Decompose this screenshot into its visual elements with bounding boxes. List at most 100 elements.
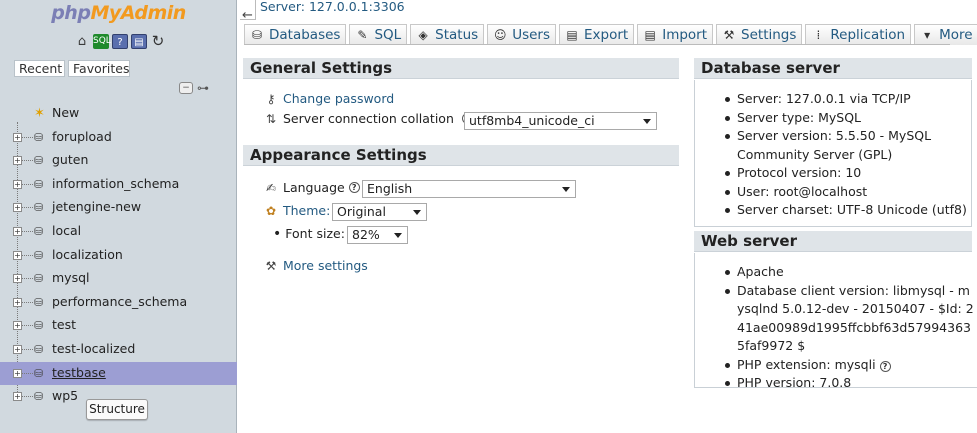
help-icon[interactable]: ? <box>879 360 891 372</box>
tree-item-label[interactable]: wp5 <box>52 388 78 403</box>
tree-branch <box>22 348 33 350</box>
database-icon[interactable]: ⛁ <box>34 390 48 403</box>
more-settings-link[interactable]: More settings <box>283 258 368 273</box>
tree-item-database[interactable]: + ⛁ localization <box>0 244 237 268</box>
expand-icon[interactable]: + <box>13 344 22 354</box>
tree-item-label[interactable]: test-localized <box>52 341 135 356</box>
tree-item-database[interactable]: + ⛁ guten <box>0 149 237 173</box>
font-size-select[interactable]: 82% <box>347 226 408 244</box>
tree-branch <box>22 325 33 327</box>
tree-item-label[interactable]: forupload <box>52 129 112 144</box>
logo-php-text: php <box>51 2 91 24</box>
expand-icon[interactable]: + <box>13 203 22 213</box>
tree-item-label[interactable]: jetengine-new <box>52 199 141 214</box>
phpmyadmin-logo[interactable]: phpMyAdmin <box>0 0 237 30</box>
tab-settings[interactable]: ⚒ Settings <box>716 24 803 45</box>
tree-item-database[interactable]: + ⛁ test-localized <box>0 338 237 362</box>
help-icon[interactable]: ? <box>348 182 360 193</box>
tree-item-database[interactable]: + ⛁ forupload <box>0 126 237 150</box>
new-database-icon: ✶ <box>34 106 45 121</box>
console-icon[interactable]: ▤ <box>131 34 147 49</box>
language-select[interactable]: English <box>362 180 576 198</box>
tree-branch <box>22 160 33 162</box>
database-icon[interactable]: ⛁ <box>34 272 48 285</box>
tab-databases[interactable]: ⛁ Databases <box>244 24 347 45</box>
database-icon[interactable]: ⛁ <box>34 201 48 214</box>
expand-icon[interactable]: + <box>13 274 22 284</box>
expand-icon[interactable]: + <box>13 321 22 331</box>
database-icon[interactable]: ⛁ <box>34 249 48 262</box>
panel-title: General Settings <box>243 58 679 79</box>
tree-item-label[interactable]: mysql <box>52 270 90 285</box>
sql-query-icon[interactable]: SQL <box>93 34 111 49</box>
expand-icon[interactable]: + <box>13 297 22 307</box>
tab-status[interactable]: ◈ Status <box>410 24 485 45</box>
tree-item-label[interactable]: localization <box>52 247 123 262</box>
tree-item-label[interactable]: guten <box>52 152 88 167</box>
reload-icon[interactable]: ↻ <box>150 34 166 49</box>
expand-icon[interactable]: + <box>13 179 22 189</box>
tree-item-label[interactable]: information_schema <box>52 176 179 191</box>
tree-item-label[interactable]: testbase <box>52 365 106 380</box>
expand-icon[interactable]: + <box>13 250 22 260</box>
chevron-down-icon <box>562 187 570 192</box>
change-password-link[interactable]: Change password <box>283 91 394 106</box>
tab-users[interactable]: ☺ Users <box>487 24 557 45</box>
collapse-all-icon[interactable]: − <box>179 82 193 94</box>
tree-item-label[interactable]: local <box>52 223 81 238</box>
php-extension-text: PHP extension: mysqli <box>737 356 876 372</box>
link-with-main-icon[interactable]: ⊶ <box>197 82 213 94</box>
expand-icon[interactable]: + <box>13 368 22 378</box>
tree-item-database[interactable]: + ⛁ test <box>0 314 237 338</box>
database-icon[interactable]: ⛁ <box>34 178 48 191</box>
tree-item-label[interactable]: performance_schema <box>52 294 187 309</box>
tab-label: Users <box>512 27 551 43</box>
theme-select[interactable]: Original <box>332 203 427 221</box>
tree-branch <box>22 136 33 138</box>
tab-sql[interactable]: ✎ SQL <box>349 24 408 45</box>
recent-tab[interactable]: Recent <box>14 60 65 77</box>
database-icon[interactable]: ⛁ <box>34 131 48 144</box>
theme-link[interactable]: Theme: <box>283 203 330 218</box>
navigation-panel: phpMyAdmin ⌂ SQL ? ▤ ↻ Recent Favorites … <box>0 0 237 433</box>
tree-item-label[interactable]: test <box>52 317 76 332</box>
tree-item-database[interactable]: + ⛁ jetengine-new <box>0 196 237 220</box>
tree-item-database-selected[interactable]: + ⛁ testbase <box>0 361 237 386</box>
tree-item-database[interactable]: + ⛁ information_schema <box>0 173 237 197</box>
expand-icon[interactable]: + <box>13 156 22 166</box>
tree-branch <box>22 396 33 398</box>
list-item: Server: 127.0.0.1 via TCP/IP <box>694 90 977 109</box>
chevron-down-icon <box>394 233 402 238</box>
tab-label: Settings <box>741 27 797 43</box>
docs-icon[interactable]: ? <box>112 34 128 49</box>
expand-icon[interactable]: + <box>13 392 22 402</box>
tab-import[interactable]: ▤ Import <box>637 24 714 45</box>
database-icon[interactable]: ⛁ <box>34 319 48 332</box>
home-icon[interactable]: ⌂ <box>74 34 90 49</box>
language-value: English <box>367 181 413 196</box>
tree-item-database[interactable]: + ⛁ performance_schema <box>0 291 237 315</box>
collation-select[interactable]: utf8mb4_unicode_ci <box>464 112 657 130</box>
expand-icon[interactable]: + <box>13 132 22 142</box>
database-icon[interactable]: ⛁ <box>34 225 48 238</box>
tree-item-label[interactable]: New <box>52 105 79 120</box>
font-size-value: 82% <box>352 227 380 242</box>
export-icon: ▤ <box>566 28 578 42</box>
structure-tooltip-button[interactable]: Structure <box>86 399 148 420</box>
favorites-tab[interactable]: Favorites <box>68 60 130 77</box>
tree-branch <box>22 207 33 209</box>
expand-icon[interactable]: + <box>13 226 22 236</box>
tree-item-database[interactable]: + ⛁ local <box>0 220 237 244</box>
database-icon[interactable]: ⛁ <box>34 296 48 309</box>
database-icon[interactable]: ⛁ <box>34 154 48 167</box>
top-menu: ⛁ Databases ✎ SQL ◈ Status ☺ Users ▤ Export ▤… <box>244 24 977 45</box>
collapse-navigation-icon[interactable]: ← <box>240 0 256 23</box>
tree-item-new[interactable]: ✶ New <box>0 102 237 126</box>
database-icon[interactable]: ⛁ <box>34 367 48 380</box>
database-icon[interactable]: ⛁ <box>34 343 48 356</box>
tab-export[interactable]: ▤ Export <box>559 24 635 45</box>
tab-replication[interactable]: ⁞ Replication <box>805 24 912 45</box>
breadcrumb-server[interactable]: Server: 127.0.0.1:3306 <box>260 0 405 14</box>
tree-item-database[interactable]: + ⛁ mysql <box>0 267 237 291</box>
tab-more[interactable]: ▾ More <box>914 24 977 45</box>
